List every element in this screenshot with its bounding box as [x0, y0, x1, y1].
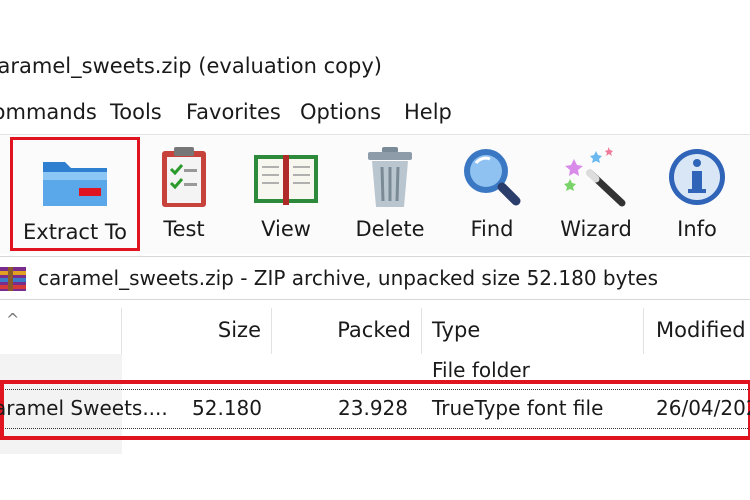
- open-book-icon: [254, 155, 318, 205]
- menu-commands[interactable]: Commands: [0, 100, 97, 124]
- window-title-bar: caramel_sweets.zip (evaluation copy): [0, 50, 750, 88]
- delete-label: Delete: [355, 217, 425, 241]
- toolbar: Extract To Test View Delete Find Wizard …: [0, 134, 750, 254]
- magic-wand-icon: [564, 147, 626, 207]
- menu-tools[interactable]: Tools: [110, 100, 162, 124]
- archive-info-text: caramel_sweets.zip - ZIP archive, unpack…: [38, 266, 658, 290]
- column-header-row: ^ Size Packed Type Modified: [0, 308, 750, 354]
- delete-button[interactable]: Delete: [348, 137, 432, 251]
- archive-icon: [0, 267, 26, 291]
- extract-to-button[interactable]: Extract To: [10, 137, 140, 251]
- archive-path-bar: caramel_sweets.zip - ZIP archive, unpack…: [0, 256, 750, 300]
- column-header-modified[interactable]: Modified: [644, 308, 750, 354]
- find-button[interactable]: Find: [452, 137, 532, 251]
- menu-favorites[interactable]: Favorites: [186, 100, 281, 124]
- find-label: Find: [470, 217, 514, 241]
- magnifier-icon: [464, 149, 521, 206]
- test-label: Test: [163, 217, 205, 241]
- window-title: caramel_sweets.zip (evaluation copy): [0, 54, 382, 78]
- column-header-name[interactable]: ^: [0, 308, 122, 354]
- trash-icon: [368, 147, 412, 207]
- extract-to-label: Extract To: [23, 220, 127, 244]
- row-modified: 26/04/2022: [656, 396, 750, 420]
- menu-options[interactable]: Options: [300, 100, 381, 124]
- info-button[interactable]: Info: [660, 137, 734, 251]
- table-row[interactable]: File folder: [0, 354, 750, 378]
- row-size: 52.180: [192, 396, 262, 420]
- wizard-label: Wizard: [560, 217, 632, 241]
- wizard-button[interactable]: Wizard: [552, 137, 640, 251]
- file-list: ^ Size Packed Type Modified File folder …: [0, 302, 750, 500]
- view-label: View: [261, 217, 311, 241]
- sort-ascending-icon: ^: [6, 310, 20, 329]
- test-button[interactable]: Test: [146, 137, 222, 251]
- row-type: File folder: [432, 358, 530, 378]
- column-header-packed[interactable]: Packed: [272, 308, 422, 354]
- view-button[interactable]: View: [238, 137, 334, 251]
- menu-help[interactable]: Help: [404, 100, 452, 124]
- row-type: TrueType font file: [432, 396, 604, 420]
- info-label: Info: [677, 217, 717, 241]
- info-icon: [669, 149, 725, 205]
- menu-bar: Commands Tools Favorites Options Help: [0, 96, 750, 132]
- table-row[interactable]: Caramel Sweets.... 52.180 23.928 TrueTyp…: [0, 390, 750, 428]
- column-header-type[interactable]: Type: [422, 308, 644, 354]
- clipboard-check-icon: [162, 147, 206, 207]
- column-header-size[interactable]: Size: [122, 308, 272, 354]
- row-packed: 23.928: [338, 396, 408, 420]
- folder-extract-icon: [43, 162, 107, 206]
